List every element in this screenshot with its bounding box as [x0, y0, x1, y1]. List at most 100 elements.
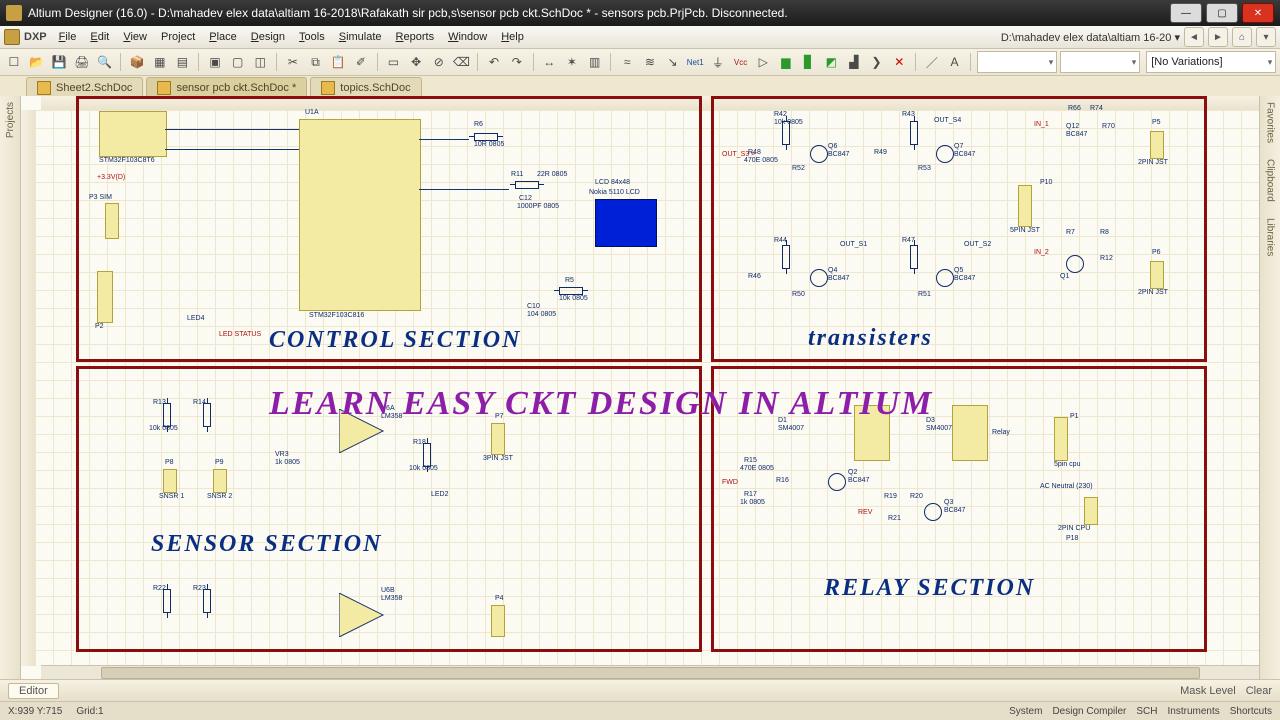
menu-file[interactable]: File — [59, 31, 77, 43]
panel-instr[interactable]: Instruments — [1168, 706, 1220, 717]
tab-sensor-pcb[interactable]: sensor pcb ckt.SchDoc * — [146, 77, 307, 98]
tb-gnd-icon[interactable]: ⏚ — [708, 51, 728, 73]
panel-clipboard[interactable]: Clipboard — [1265, 159, 1276, 202]
clear-button[interactable]: Clear — [1246, 685, 1272, 697]
menu-place[interactable]: Place — [209, 31, 237, 43]
panel-system[interactable]: System — [1009, 706, 1042, 717]
menu-project[interactable]: Project — [161, 31, 195, 43]
menu-reports[interactable]: Reports — [396, 31, 435, 43]
dxp-icon[interactable] — [4, 29, 20, 45]
tb-cut-icon[interactable]: ✂ — [283, 51, 303, 73]
menu-view[interactable]: View — [123, 31, 147, 43]
tb-netlabel-icon[interactable]: Net1 — [685, 51, 705, 73]
r5v: 10k 0805 — [559, 295, 588, 302]
menu-edit[interactable]: Edit — [90, 31, 109, 43]
tb-compile-icon[interactable]: 📦 — [127, 51, 147, 73]
tb-sheetsym-icon[interactable]: ▆ — [776, 51, 796, 73]
tb-new-icon[interactable]: ☐ — [4, 51, 24, 73]
menu-window[interactable]: Window — [448, 31, 487, 43]
tb-paste-icon[interactable]: 📋 — [328, 51, 348, 73]
window-close-button[interactable]: ✕ — [1242, 3, 1274, 23]
fwdl: FWD — [722, 479, 738, 486]
tb-doc-icon[interactable]: ▤ — [173, 51, 193, 73]
tb-deselect-icon[interactable]: ⊘ — [429, 51, 449, 73]
tb-select-icon[interactable]: ▭ — [384, 51, 404, 73]
r23 — [203, 589, 211, 613]
tb-stamp-icon[interactable]: ✐ — [351, 51, 371, 73]
tb-save-icon[interactable]: 💾 — [49, 51, 69, 73]
nav-forward-icon[interactable]: ► — [1208, 27, 1228, 47]
path-crumb[interactable]: D:\mahadev elex data\altiam 16-20 ▾ — [1001, 31, 1180, 44]
tb-harness-icon[interactable]: ▟ — [844, 51, 864, 73]
tb-preview-icon[interactable]: 🔍 — [95, 51, 115, 73]
tb-bus-icon[interactable]: ≋ — [640, 51, 660, 73]
tb-device-icon[interactable]: ◩ — [821, 51, 841, 73]
tb-undo-icon[interactable]: ↶ — [484, 51, 504, 73]
menu-tools[interactable]: Tools — [299, 31, 325, 43]
r13l: R13 — [153, 399, 166, 406]
tb-zoom-area-icon[interactable]: ▣ — [205, 51, 225, 73]
tb-redo-icon[interactable]: ↷ — [507, 51, 527, 73]
r51l: R51 — [918, 291, 931, 298]
tb-line-icon[interactable]: ／ — [922, 51, 942, 73]
schdoc-icon — [157, 81, 171, 95]
r17v: 1k 0805 — [740, 499, 765, 506]
dxp-menu[interactable]: DXP — [24, 31, 47, 43]
panel-sch[interactable]: SCH — [1136, 706, 1157, 717]
nav-back-icon[interactable]: ◄ — [1184, 27, 1204, 47]
nav-home-icon[interactable]: ⌂ — [1232, 27, 1252, 47]
window-maximize-button[interactable]: ▢ — [1206, 3, 1238, 23]
tb-browse-icon[interactable]: ▥ — [585, 51, 605, 73]
tb-variations-combo[interactable]: [No Variations] — [1146, 51, 1276, 73]
left-panel-tab[interactable]: Projects — [0, 96, 21, 680]
r11 — [515, 181, 539, 189]
tb-combo-1[interactable] — [977, 51, 1057, 73]
q7p: BC847 — [954, 151, 975, 158]
editor-tab[interactable]: Editor — [8, 683, 59, 699]
menu-design[interactable]: Design — [251, 31, 285, 43]
tb-move-icon[interactable]: ✥ — [406, 51, 426, 73]
panel-libraries[interactable]: Libraries — [1265, 218, 1276, 256]
mask-level-button[interactable]: Mask Level — [1180, 685, 1236, 697]
tb-open-icon[interactable]: 📂 — [27, 51, 47, 73]
nav-dropdown-icon[interactable]: ▾ — [1256, 27, 1276, 47]
tb-vcc-icon[interactable]: Vcc — [731, 51, 751, 73]
tb-noerc-icon[interactable]: ✕ — [889, 51, 909, 73]
p5-header — [1150, 131, 1164, 159]
tb-wire-icon[interactable]: ≈ — [617, 51, 637, 73]
tb-sheetentry-icon[interactable]: ▊ — [799, 51, 819, 73]
panel-favorites[interactable]: Favorites — [1265, 102, 1276, 143]
tb-clear-icon[interactable]: ⌫ — [452, 51, 472, 73]
tb-copy-icon[interactable]: ⧉ — [306, 51, 326, 73]
tb-zoom-fit-icon[interactable]: ▢ — [228, 51, 248, 73]
tb-text-icon[interactable]: A — [945, 51, 965, 73]
tb-hierarchy-icon[interactable]: ▦ — [150, 51, 170, 73]
tb-print-icon[interactable]: 🖨 — [72, 51, 92, 73]
tb-port2-icon[interactable]: ❯ — [867, 51, 887, 73]
tb-port-icon[interactable]: ✶ — [562, 51, 582, 73]
p9v: SNSR 2 — [207, 493, 232, 500]
tb-busentry-icon[interactable]: ↘ — [663, 51, 683, 73]
tb-part-icon[interactable]: ▷ — [753, 51, 773, 73]
tb-combo-2[interactable] — [1060, 51, 1140, 73]
schematic-canvas[interactable]: U1A STM32F103C816 STM32F103C8T6 P3 SIM P… — [21, 96, 1280, 680]
panel-design[interactable]: Design Compiler — [1052, 706, 1126, 717]
menu-help[interactable]: Help — [501, 31, 524, 43]
panel-shortcuts[interactable]: Shortcuts — [1230, 706, 1272, 717]
tab-topics[interactable]: topics.SchDoc — [310, 77, 421, 98]
mcu-part: STM32F103C816 — [309, 312, 364, 319]
window-minimize-button[interactable]: — — [1170, 3, 1202, 23]
tab-sheet2[interactable]: Sheet2.SchDoc — [26, 77, 143, 98]
h-scrollbar[interactable] — [41, 665, 1260, 680]
r47 — [910, 245, 918, 269]
r6l: R6 — [474, 121, 483, 128]
tb-cross-probe-icon[interactable]: ↔ — [539, 51, 559, 73]
r18 — [423, 443, 431, 467]
r19l: R19 — [884, 493, 897, 500]
p5l: P5 — [1152, 119, 1161, 126]
schdoc-icon — [37, 81, 51, 95]
outs4: OUT_S4 — [934, 117, 961, 124]
menu-simulate[interactable]: Simulate — [339, 31, 382, 43]
tb-zoom-select-icon[interactable]: ◫ — [251, 51, 271, 73]
in1l: IN_1 — [1034, 121, 1049, 128]
